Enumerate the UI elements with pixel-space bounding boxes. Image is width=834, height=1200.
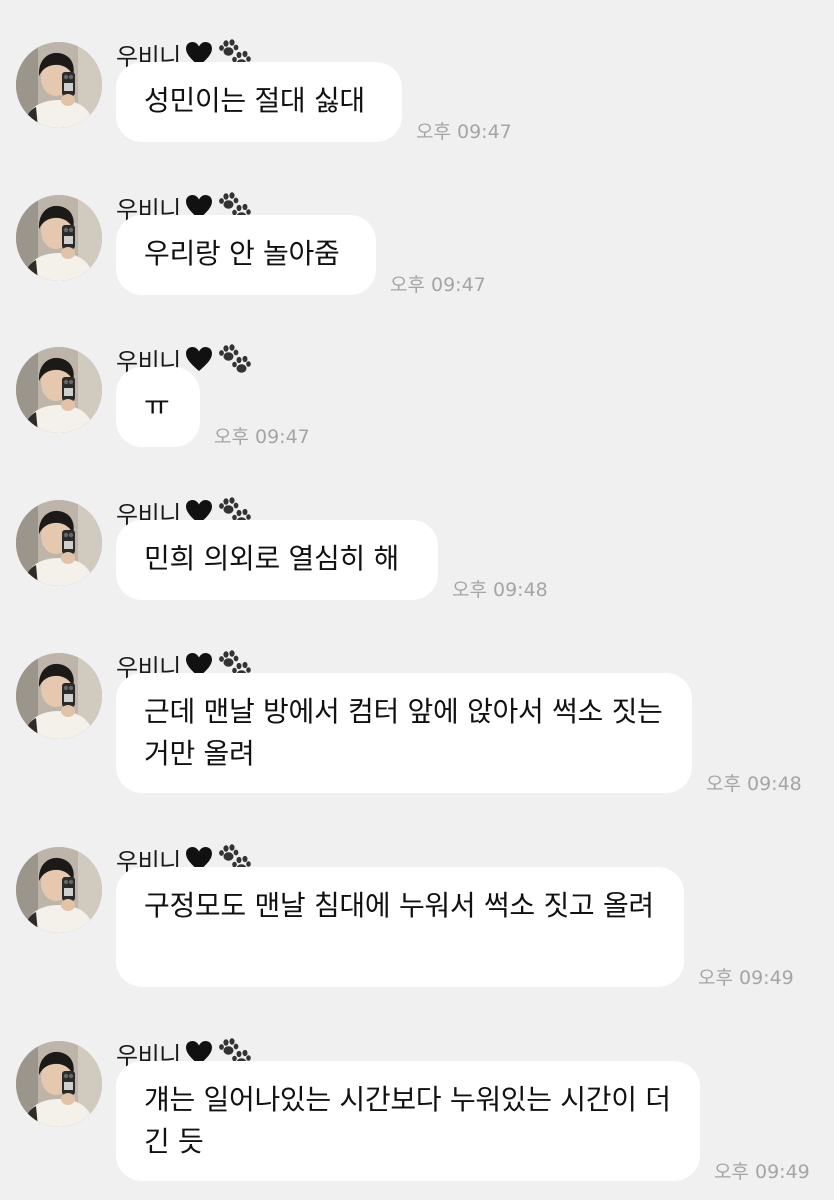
message-bubble[interactable]: 민희 의외로 열심히 해 — [116, 520, 438, 600]
chat-message: 우비니 걔는 일어나있는 시간보다 누워있는 시간이 더 긴 듯 오후 09:4… — [0, 1031, 834, 1200]
message-timestamp: 오후 09:49 — [714, 1161, 810, 1183]
avatar[interactable] — [16, 347, 102, 433]
message-bubble[interactable]: ㅠ — [116, 367, 200, 447]
avatar[interactable] — [16, 847, 102, 933]
avatar[interactable] — [16, 1041, 102, 1127]
message-timestamp: 오후 09:47 — [416, 121, 512, 143]
chat-message: 우비니 구정모도 맨날 침대에 누워서 썩소 짓고 올려 오후 09:49 — [0, 837, 834, 1017]
message-bubble[interactable]: 성민이는 절대 싫대 — [116, 62, 402, 142]
message-bubble[interactable]: 구정모도 맨날 침대에 누워서 썩소 짓고 올려 — [116, 867, 684, 987]
chat-message: 우비니 근데 맨날 방에서 컴터 앞에 앉아서 썩소 짓는 거만 올려 오후 0… — [0, 643, 834, 823]
message-timestamp: 오후 09:47 — [214, 426, 310, 448]
message-timestamp: 오후 09:49 — [698, 967, 794, 989]
message-timestamp: 오후 09:47 — [390, 274, 486, 296]
paw-prints-icon — [217, 344, 251, 374]
avatar[interactable] — [16, 195, 102, 281]
message-bubble[interactable]: 근데 맨날 방에서 컴터 앞에 앉아서 썩소 짓는 거만 올려 — [116, 673, 692, 793]
avatar[interactable] — [16, 500, 102, 586]
avatar[interactable] — [16, 42, 102, 128]
message-bubble[interactable]: 걔는 일어나있는 시간보다 누워있는 시간이 더 긴 듯 — [116, 1061, 700, 1181]
message-timestamp: 오후 09:48 — [706, 773, 802, 795]
message-bubble[interactable]: 우리랑 안 놀아줌 — [116, 215, 376, 295]
avatar[interactable] — [16, 653, 102, 739]
message-timestamp: 오후 09:48 — [452, 579, 548, 601]
black-heart-icon — [185, 346, 213, 372]
